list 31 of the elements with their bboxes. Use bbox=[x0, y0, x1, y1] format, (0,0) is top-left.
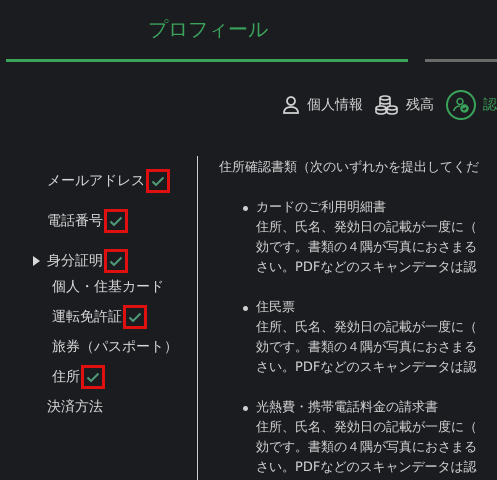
coins-icon bbox=[375, 95, 399, 115]
bullet-icon bbox=[243, 206, 248, 211]
document-description: 住所、氏名、発効日の記載が一度に（ bbox=[256, 319, 477, 337]
sidebar-item[interactable]: 電話番号 bbox=[47, 212, 103, 230]
document-description: 住所、氏名、発効日の記載が一度に（ bbox=[256, 219, 477, 237]
sidebar-item[interactable]: 旅券（パスポート） bbox=[52, 338, 178, 356]
sidebar-item[interactable]: 住所 bbox=[52, 368, 80, 386]
sidebar-item[interactable]: メールアドレス bbox=[47, 172, 145, 190]
document-description: さい。PDFなどのスキャンデータは認 bbox=[256, 459, 477, 477]
document-title: 光熱費・携帯電話料金の請求書 bbox=[256, 399, 439, 417]
document-description: さい。PDFなどのスキャンデータは認 bbox=[256, 359, 477, 377]
document-title: カードのご利用明細書 bbox=[256, 199, 387, 217]
profile-tab[interactable]: プロフィール bbox=[6, 0, 408, 62]
document-title: 住民票 bbox=[256, 299, 296, 317]
bullet-icon bbox=[243, 406, 248, 411]
document-description: 効です。書類の４隅が写真におさまる bbox=[256, 239, 477, 257]
expanded-caret-icon[interactable] bbox=[33, 256, 40, 266]
verified-person-icon bbox=[453, 97, 469, 113]
document-description: さい。PDFなどのスキャンデータは認 bbox=[256, 259, 477, 277]
sidebar-item[interactable]: 運転免許証 bbox=[52, 308, 122, 326]
sidebar-item[interactable]: 身分証明 bbox=[47, 252, 103, 270]
bullet-icon bbox=[243, 306, 248, 311]
sidebar-item[interactable]: 決済方法 bbox=[47, 398, 103, 416]
document-description: 効です。書類の４隅が写真におさまる bbox=[256, 439, 477, 457]
person-icon bbox=[282, 95, 300, 115]
document-description: 効です。書類の４隅が写真におさまる bbox=[256, 339, 477, 357]
document-description: 住所、氏名、発効日の記載が一度に（ bbox=[256, 419, 477, 437]
content-heading: 住所確認書類（次のいずれかを提出してくだ bbox=[219, 159, 480, 176]
sidebar-item[interactable]: 個人・住基カード bbox=[52, 278, 164, 296]
section-link[interactable]: 残高 bbox=[375, 95, 434, 115]
section-link[interactable]: 個人情報 bbox=[282, 95, 363, 115]
